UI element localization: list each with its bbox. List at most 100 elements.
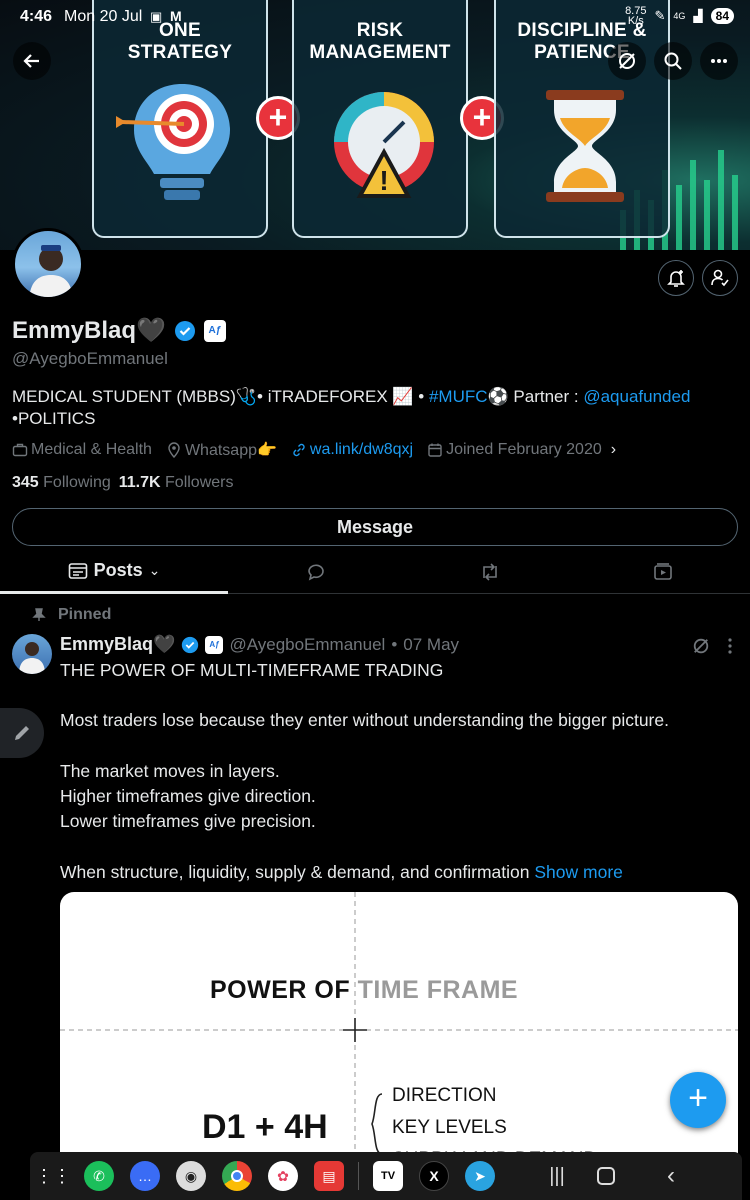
profile-name: EmmyBlaq🖤: [12, 317, 166, 344]
image-title: POWER OF TIME FRAME: [210, 976, 518, 1005]
post-author-avatar[interactable]: [12, 634, 52, 674]
post-author-name[interactable]: EmmyBlaq🖤: [60, 634, 175, 655]
post-line: When structure, liquidity, supply & dema…: [60, 862, 530, 882]
location-pin-icon: [168, 442, 180, 458]
briefcase-icon: [12, 443, 28, 457]
profile-avatar[interactable]: [12, 228, 84, 300]
x-app-icon[interactable]: X: [419, 1161, 449, 1191]
camera-app-icon[interactable]: ◉: [176, 1161, 206, 1191]
show-more-link[interactable]: Show more: [534, 862, 623, 882]
app-drawer-icon[interactable]: ⋮⋮: [35, 1161, 71, 1191]
tab-posts-label: Posts: [93, 560, 143, 580]
grok-button[interactable]: [608, 42, 646, 80]
back-button[interactable]: [13, 42, 51, 80]
verified-badge-icon[interactable]: [174, 320, 196, 342]
messages-app-icon[interactable]: …: [130, 1161, 160, 1191]
post-line: Higher timeframes give direction.: [60, 786, 316, 806]
status-time: 4:46: [20, 8, 53, 25]
tab-reposts[interactable]: [404, 550, 576, 594]
pin-icon: [32, 608, 46, 621]
grok-icon: [619, 53, 635, 69]
affiliate-badge[interactable]: Aƒ: [203, 319, 226, 342]
more-button[interactable]: [700, 42, 738, 80]
profile-website[interactable]: wa.link/dw8qxj: [291, 441, 413, 459]
avatar-photo: [19, 642, 45, 674]
profile-category: Medical & Health: [12, 441, 152, 459]
post-line: The market moves in layers.: [60, 761, 280, 781]
target-bulb-icon: [116, 84, 230, 200]
back-nav-button[interactable]: ‹: [667, 1162, 675, 1190]
following-label: Following: [43, 474, 111, 491]
tab-replies[interactable]: [228, 550, 404, 594]
status-date: Mon 20 Jul: [64, 8, 143, 25]
bio-mention-link[interactable]: @aquafunded: [583, 387, 690, 406]
compose-edit-button[interactable]: [0, 708, 44, 758]
network-speed-unit: K/s: [627, 15, 644, 27]
image-title-b: TIME FRAME: [357, 976, 519, 1004]
battery-level: 84: [710, 8, 734, 24]
followers-label: Followers: [165, 474, 234, 491]
following-stat[interactable]: 345 Following: [12, 474, 111, 492]
image-list-item: KEY LEVELS: [392, 1117, 507, 1138]
image-title-a: POWER OF: [210, 976, 358, 1004]
gallery-app-icon[interactable]: ✿: [268, 1161, 298, 1191]
post-more-icon[interactable]: [726, 637, 734, 655]
notification-subscribe-button[interactable]: [658, 260, 694, 296]
post-last-line: When structure, liquidity, supply & dema…: [60, 860, 740, 885]
recent-apps-button[interactable]: |||: [527, 1165, 587, 1188]
calendar-icon: [428, 443, 442, 457]
post-author-handle[interactable]: @AyegboEmmanuel: [229, 635, 385, 655]
following-status-button[interactable]: [702, 260, 738, 296]
media-icon: [654, 563, 672, 580]
profile-name-row: EmmyBlaq🖤 Aƒ: [12, 316, 226, 345]
bio-hashtag-link[interactable]: #MUFC: [429, 387, 488, 406]
profile-location: Whatsapp👉: [166, 440, 277, 460]
bio-text: MEDICAL STUDENT (MBBS)🩺• iTRADEFOREX 📈 •: [12, 387, 429, 406]
pinned-label: Pinned: [58, 606, 112, 623]
phone-app-icon[interactable]: ✆: [84, 1161, 114, 1191]
message-button[interactable]: Message: [12, 508, 738, 546]
category-label: Medical & Health: [31, 441, 152, 458]
post-header: EmmyBlaq🖤 Aƒ @AyegboEmmanuel • 07 May: [60, 634, 459, 655]
image-timeframe: D1 + 4H: [202, 1108, 328, 1146]
post-date[interactable]: 07 May: [403, 635, 459, 655]
posts-icon: [68, 562, 87, 579]
search-button[interactable]: [654, 42, 692, 80]
tradingview-app-icon[interactable]: TV: [373, 1161, 403, 1191]
profile-handle: @AyegboEmmanuel: [12, 349, 168, 368]
profile-joined[interactable]: Joined February 2020 ›: [427, 441, 616, 459]
avatar-photo: [29, 245, 73, 297]
search-icon: [664, 52, 682, 70]
profile-tabs: Posts ⌄: [0, 550, 750, 594]
svg-text:!: !: [379, 165, 388, 196]
separator-dot: •: [391, 634, 398, 654]
home-button[interactable]: [597, 1167, 615, 1185]
gmail-icon: M: [170, 8, 182, 24]
tab-posts[interactable]: Posts ⌄: [0, 550, 228, 594]
profile-banner[interactable]: ONE STRATEGY + RISK MANAGEMENT ! + DISCI…: [0, 0, 750, 250]
tab-media[interactable]: [576, 550, 750, 594]
signal-bars-icon: ▟: [693, 9, 703, 23]
following-count: 345: [12, 474, 39, 491]
website-link[interactable]: wa.link/dw8qxj: [310, 441, 413, 459]
verified-badge-icon: [182, 636, 199, 653]
compose-post-button[interactable]: +: [670, 1072, 726, 1128]
location-label: Whatsapp👉: [184, 442, 277, 459]
grok-icon[interactable]: [692, 637, 710, 655]
pencil-icon: [15, 726, 29, 740]
bio-text: ⚽ Partner :: [487, 387, 584, 406]
link-icon: [293, 443, 305, 457]
repost-icon: [483, 563, 497, 581]
telegram-app-icon[interactable]: ➤: [465, 1161, 495, 1191]
post-line: Lower timeframes give precision.: [60, 811, 316, 831]
system-taskbar: ⋮⋮ ✆ … ◉ ✿ ▤ TV X ➤ ||| ‹: [30, 1152, 742, 1200]
notes-app-icon[interactable]: ▤: [314, 1161, 344, 1191]
network-speed: 8.75 K/s: [625, 6, 646, 27]
post-line: THE POWER OF MULTI-TIMEFRAME TRADING: [60, 660, 444, 680]
signal-4g: 4G: [673, 11, 686, 21]
follow-stats: 345 Following 11.7K Followers: [12, 474, 233, 492]
risk-gauge-icon: !: [334, 92, 434, 198]
chrome-app-icon[interactable]: [222, 1161, 252, 1191]
taskbar-divider: [358, 1162, 359, 1190]
followers-stat[interactable]: 11.7K Followers: [119, 474, 234, 492]
